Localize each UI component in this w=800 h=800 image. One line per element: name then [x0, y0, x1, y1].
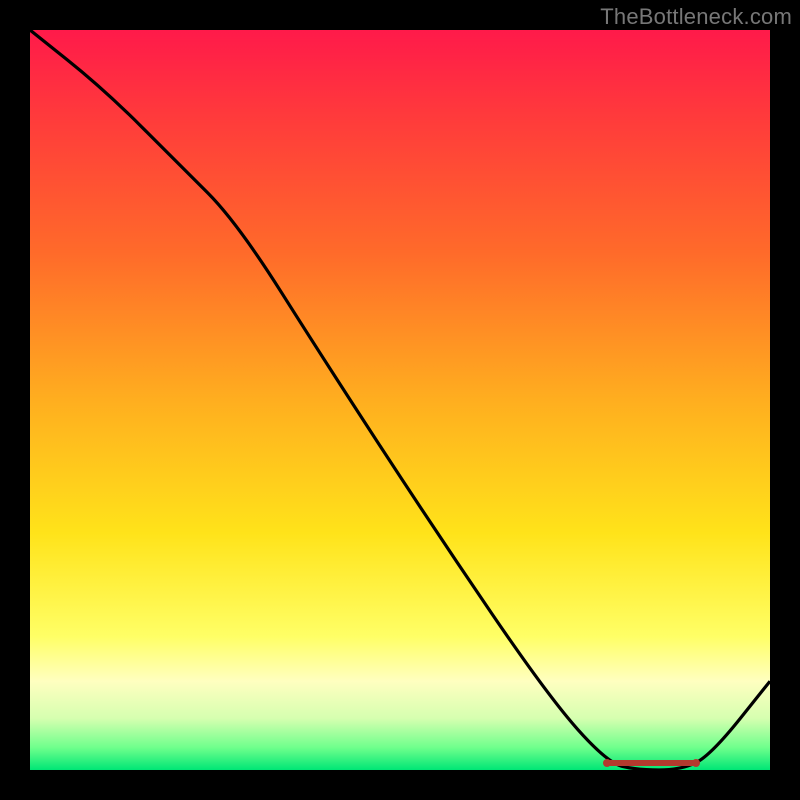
optimal-range-end-dot [692, 759, 700, 767]
curve-layer [30, 30, 770, 770]
optimal-range-start-dot [603, 759, 611, 767]
bottleneck-curve [30, 30, 770, 770]
optimal-range-marker [607, 760, 696, 766]
chart-frame: TheBottleneck.com [0, 0, 800, 800]
watermark-text: TheBottleneck.com [600, 4, 792, 30]
